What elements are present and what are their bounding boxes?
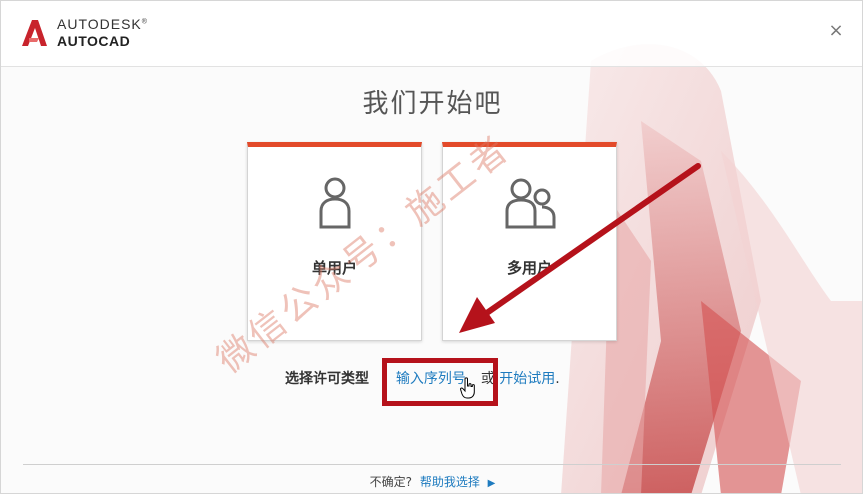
single-user-icon xyxy=(319,177,350,229)
start-trial-link[interactable]: 开始试用 xyxy=(499,368,555,388)
close-button[interactable]: × xyxy=(828,22,844,40)
footer-divider xyxy=(23,464,841,465)
annotation-highlight-box xyxy=(382,358,498,406)
footer: 不确定? 帮助我选择 ▶ xyxy=(1,473,862,490)
dialog-header: AUTODESK® AUTOCAD × xyxy=(1,1,862,67)
multi-user-label: 多用户 xyxy=(506,259,552,277)
unsure-text: 不确定? xyxy=(369,475,412,489)
autocad-logo-icon xyxy=(22,20,47,46)
page-title: 我们开始吧 xyxy=(362,89,503,119)
single-user-card[interactable]: 单用户 xyxy=(247,142,422,341)
hand-cursor-icon xyxy=(460,377,475,399)
autocad-start-dialog: AUTODESK® AUTOCAD × 我们开始吧 单用户 多用户 选择许可类型… xyxy=(0,0,863,494)
help-me-choose-link[interactable]: 帮助我选择 xyxy=(420,475,480,489)
brand-autodesk: AUTODESK® xyxy=(57,16,148,32)
single-user-label: 单用户 xyxy=(311,259,357,277)
play-arrow-icon[interactable]: ▶ xyxy=(488,478,496,489)
background-ribbon-art xyxy=(561,44,862,493)
multi-user-card[interactable]: 多用户 xyxy=(442,142,617,341)
multi-user-icon xyxy=(505,178,555,229)
choose-license-label: 选择许可类型 xyxy=(285,371,369,387)
brand-autocad: AUTOCAD xyxy=(57,33,131,49)
period-text: . xyxy=(555,371,560,387)
